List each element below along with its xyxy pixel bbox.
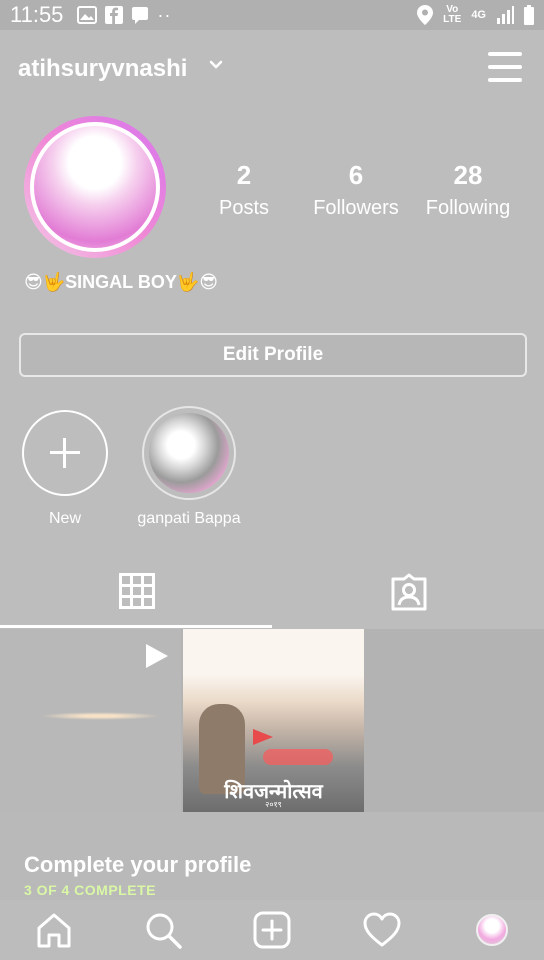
following-count: 28	[453, 160, 483, 190]
stat-posts[interactable]: 2 Posts	[184, 160, 304, 220]
play-icon	[146, 644, 168, 668]
username[interactable]: atihsuryvnashi	[18, 55, 187, 83]
active-tab-indicator	[0, 625, 272, 628]
posts-label: Posts	[218, 197, 270, 219]
profile-avatar-nav[interactable]	[476, 914, 508, 946]
post-image-subtitle: २०१९	[265, 800, 282, 809]
post-tile-image[interactable]: शिवजन्मोत्सव २०१९	[183, 629, 364, 812]
network-label: LTE	[443, 14, 462, 25]
posts-count: 2	[236, 160, 252, 190]
hamburger-menu-icon[interactable]	[488, 50, 524, 84]
chevron-down-icon[interactable]	[209, 60, 223, 70]
edit-profile-button[interactable]: Edit Profile	[19, 333, 527, 377]
post-tile-video[interactable]	[0, 629, 181, 812]
add-post-icon[interactable]	[252, 910, 292, 950]
followers-count: 6	[348, 160, 364, 190]
complete-profile-progress: 3 OF 4 COMPLETE	[24, 882, 156, 898]
posts-grid: शिवजन्मोत्सव २०१९	[0, 629, 544, 812]
activity-heart-icon[interactable]	[362, 910, 402, 950]
followers-label: Followers	[313, 197, 399, 219]
message-icon	[132, 7, 149, 24]
plus-icon	[50, 438, 80, 468]
data-icon: 4G	[471, 9, 486, 21]
bottom-navigation	[0, 900, 544, 960]
search-icon[interactable]	[143, 910, 183, 950]
volte-icon: Vo LTE	[443, 4, 462, 25]
following-label: Following	[425, 197, 511, 219]
profile-avatar-ring[interactable]	[24, 116, 166, 258]
highlight-label-ganpati: ganpati Bappa	[137, 510, 241, 527]
complete-profile-section: Complete your profile 3 OF 4 COMPLETE	[0, 812, 544, 900]
status-bar: 11:55 ·· Vo LTE 4G	[0, 0, 544, 30]
highlight-ganpati-bappa[interactable]	[142, 406, 236, 500]
grid-icon[interactable]	[119, 573, 155, 609]
highlight-cover	[149, 413, 229, 493]
facebook-icon	[105, 6, 124, 24]
image-icon	[77, 6, 98, 24]
status-time: 11:55	[10, 2, 64, 27]
highlight-label-new: New	[48, 510, 81, 527]
location-icon	[417, 5, 434, 25]
profile-avatar	[34, 126, 156, 248]
stat-followers[interactable]: 6 Followers	[296, 160, 416, 220]
battery-icon	[524, 5, 534, 25]
profile-tabs	[0, 560, 544, 628]
tagged-user-icon[interactable]	[390, 573, 428, 611]
signal-icon	[497, 6, 514, 24]
complete-profile-title: Complete your profile	[24, 852, 252, 877]
home-icon[interactable]	[34, 910, 74, 950]
stat-following[interactable]: 28 Following	[408, 160, 528, 220]
new-highlight-button[interactable]	[22, 410, 108, 496]
profile-bio: 😎🤟SINGAL BOY🤟😎	[24, 272, 219, 292]
more-dots-icon: ··	[157, 4, 172, 25]
profile-header: atihsuryvnashi	[0, 30, 544, 108]
